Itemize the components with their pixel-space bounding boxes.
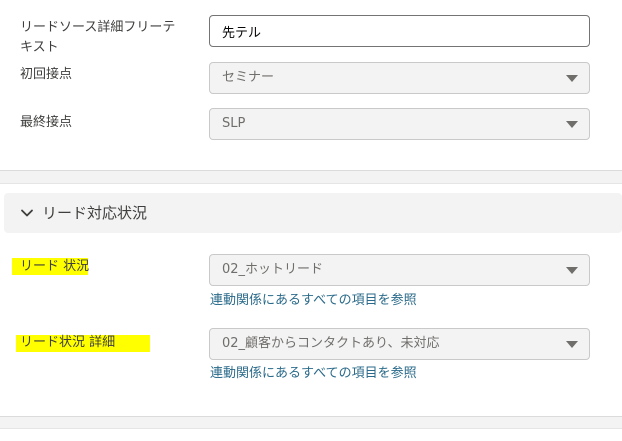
lead-source-detail-input[interactable] [209, 15, 590, 47]
lead-source-detail-label: リードソース詳細フリーテ キスト [20, 18, 190, 58]
section-title: リード対応状況 [42, 204, 148, 222]
first-contact-value: セミナー [222, 70, 275, 85]
lead-source-detail-label-line1: リードソース詳細フリーテ [20, 20, 176, 35]
next-card [0, 428, 622, 441]
lead-status-dependency-link[interactable]: 連動関係にあるすべての項目を参照 [210, 292, 417, 310]
lead-status-label: リード 状況 [12, 257, 190, 277]
last-contact-select[interactable]: SLP [209, 108, 590, 140]
lead-status-detail-label: リード状況 詳細 [16, 333, 190, 353]
first-contact-label: 初回接点 [20, 67, 73, 82]
last-contact-label: 最終接点 [20, 115, 73, 130]
chevron-down-icon [21, 209, 33, 217]
lead-source-detail-label-line2: キスト [20, 40, 59, 55]
chevron-down-icon [566, 341, 578, 348]
lead-status-detail-dependency-link[interactable]: 連動関係にあるすべての項目を参照 [210, 365, 417, 383]
lead-source-card: リードソース詳細フリーテ キスト 初回接点 セミナー 最終接点 SLP [0, 0, 622, 171]
lead-status-value: 02_ホットリード [222, 262, 324, 277]
lead-status-detail-value: 02_顧客からコンタクトあり、未対応 [222, 336, 440, 351]
last-contact-value: SLP [222, 116, 246, 131]
first-contact-select[interactable]: セミナー [209, 62, 590, 94]
section-header-lead-status[interactable]: リード対応状況 [4, 193, 622, 233]
chevron-down-icon [566, 267, 578, 274]
chevron-down-icon [566, 121, 578, 128]
lead-status-detail-select[interactable]: 02_顧客からコンタクトあり、未対応 [209, 328, 590, 360]
lead-status-select[interactable]: 02_ホットリード [209, 254, 590, 286]
chevron-down-icon [566, 75, 578, 82]
